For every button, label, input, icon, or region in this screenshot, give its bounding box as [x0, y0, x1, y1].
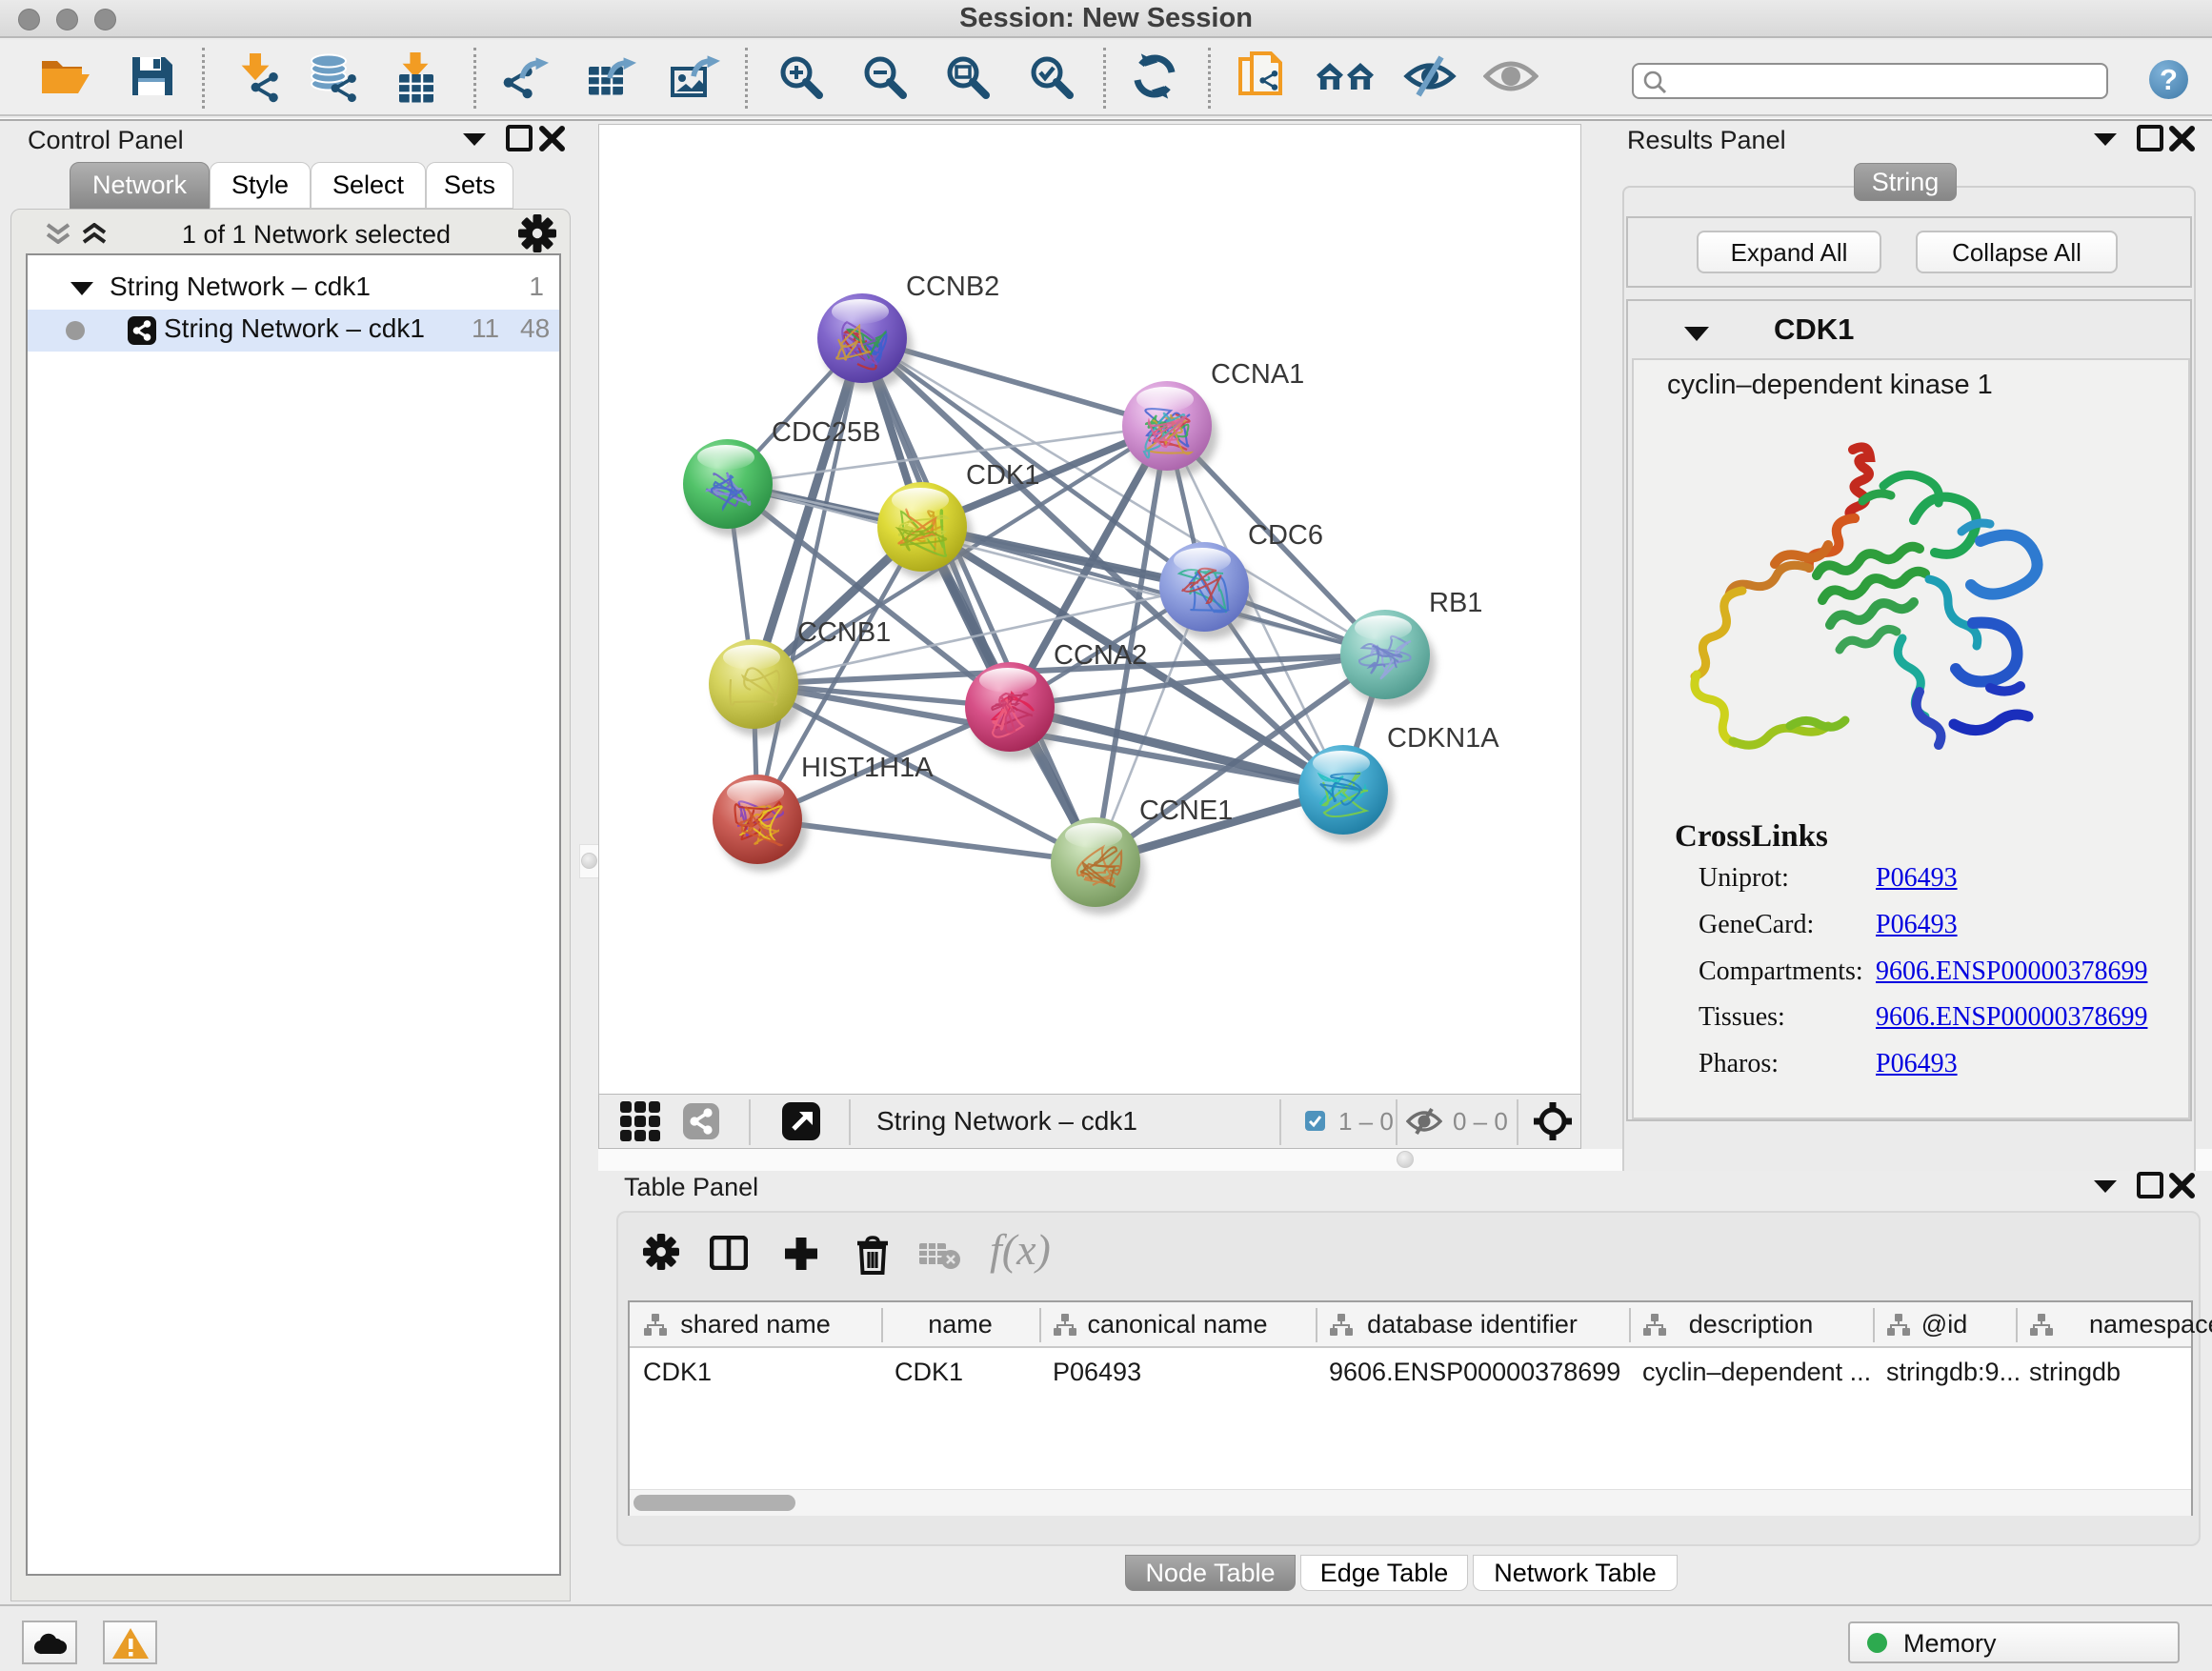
svg-text:CDC25B: CDC25B [772, 417, 880, 448]
svg-text:CCNA1: CCNA1 [1211, 359, 1304, 390]
svg-text:CDK1: CDK1 [966, 460, 1039, 491]
svg-text:CCNA2: CCNA2 [1054, 640, 1147, 671]
svg-text:HIST1H1A: HIST1H1A [801, 753, 934, 783]
svg-text:CCNB2: CCNB2 [906, 272, 999, 302]
svg-text:CCNE1: CCNE1 [1139, 795, 1233, 826]
svg-text:CCNB1: CCNB1 [797, 617, 891, 648]
svg-text:RB1: RB1 [1429, 588, 1482, 618]
svg-text:CDC6: CDC6 [1248, 520, 1323, 551]
svg-text:CDKN1A: CDKN1A [1387, 723, 1499, 754]
